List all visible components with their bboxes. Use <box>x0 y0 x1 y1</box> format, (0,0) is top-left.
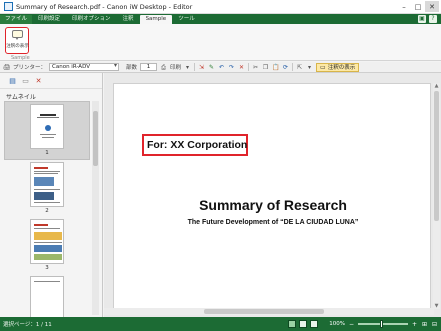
redo-icon[interactable]: ↷ <box>228 64 235 71</box>
thumbnail-item[interactable]: 2 <box>4 160 90 217</box>
select-dropdown-icon[interactable]: ▾ <box>306 64 313 71</box>
toolbar-show-annotations-button[interactable]: ▭ 注釈の表示 <box>316 62 360 72</box>
document-subtitle: The Future Development of “DE LA CIUDAD … <box>187 219 359 226</box>
scrollbar-thumb[interactable] <box>93 111 98 166</box>
printer-label: プリンター： <box>13 65 47 71</box>
help-area: ▣ ? <box>418 15 437 23</box>
status-bar: 選択ページ：1 / 11 100% − + ⊞ ⊟ <box>0 317 441 331</box>
tab-annotation[interactable]: 注釈 <box>117 15 140 24</box>
show-annotations-label: 注釈の表示 <box>5 43 29 49</box>
minimize-button[interactable]: – <box>397 1 411 12</box>
document-title: Summary of Research <box>199 197 347 213</box>
help-icon[interactable]: ? <box>429 15 437 23</box>
fit-width-icon[interactable]: ⊟ <box>431 321 438 328</box>
printer-icon: 🖨 <box>3 63 11 71</box>
thumbnail-list: 1 2 3 <box>4 101 90 317</box>
title-bar: Summary of Research.pdf - Canon iW Deskt… <box>0 0 441 14</box>
close-button[interactable]: ✕ <box>425 1 439 12</box>
cut-icon[interactable]: ✂ <box>252 64 259 71</box>
tab-print-options[interactable]: 印刷オプション <box>66 15 117 24</box>
printer-select[interactable]: Canon iR-ADV <box>49 63 120 71</box>
window-title: Summary of Research.pdf - Canon iW Deskt… <box>16 2 193 11</box>
ribbon-group-label: Sample <box>11 55 30 61</box>
annotation-list-icon[interactable]: ▭ <box>22 77 29 85</box>
rotate-icon[interactable]: ⟳ <box>282 64 289 71</box>
page-thumbnail <box>30 276 64 317</box>
scrollbar-thumb[interactable] <box>434 91 439 221</box>
page-setup-icon[interactable]: ⇲ <box>198 64 205 71</box>
document-page: For: XX Corporation Summary of Research … <box>113 83 431 313</box>
document-viewer: For: XX Corporation Summary of Research … <box>104 73 441 317</box>
sidebar-tool-icons: ▤ ▭ ✕ <box>0 73 102 89</box>
tab-print-settings[interactable]: 印刷設定 <box>32 15 66 24</box>
thumbnail-scrollbar[interactable] <box>92 101 99 315</box>
viewer-vertical-scrollbar[interactable]: ▲ ▼ <box>433 83 440 309</box>
zoom-level: 100% <box>329 321 345 327</box>
print-dropdown-icon[interactable]: ▾ <box>184 64 191 71</box>
continuous-view-icon[interactable] <box>299 320 308 328</box>
thumbnail-item[interactable]: 3 <box>4 217 90 274</box>
zoom-out-button[interactable]: − <box>348 321 355 328</box>
view-controls: 100% − + ⊞ ⊟ <box>288 320 438 328</box>
page-thumbnail <box>30 219 64 264</box>
page-indicator: 選択ページ：1 / 11 <box>3 322 52 328</box>
copies-input[interactable]: 1 <box>140 63 158 71</box>
thumbnail-item[interactable]: 1 <box>4 101 90 160</box>
two-page-view-icon[interactable] <box>310 320 319 328</box>
copy-icon[interactable]: ❐ <box>262 64 269 71</box>
thumbnail-sidebar: ▤ ▭ ✕ サムネイル 1 2 3 <box>0 73 103 317</box>
tab-tools[interactable]: ツール <box>172 15 201 24</box>
fit-page-icon[interactable]: ⊞ <box>421 321 428 328</box>
tab-sample[interactable]: Sample <box>139 15 173 24</box>
thumbnail-number: 1 <box>45 150 49 156</box>
tab-file[interactable]: ファイル <box>0 15 33 24</box>
app-icon <box>4 2 13 11</box>
page-thumbnail <box>30 162 64 207</box>
maximize-button[interactable]: □ <box>411 1 425 12</box>
zoom-slider[interactable] <box>358 320 408 328</box>
comment-icon <box>11 30 23 40</box>
ribbon-tab-bar: ファイル 印刷設定 印刷オプション 注釈 Sample ツール ▣ ? <box>0 14 441 24</box>
thumbnail-view-icon[interactable]: ▤ <box>9 77 16 85</box>
show-annotations-button[interactable]: 注釈の表示 <box>5 27 29 54</box>
zoom-slider-knob[interactable] <box>380 320 383 328</box>
toolbar-show-annotations-label: 注釈の表示 <box>327 65 356 71</box>
single-page-view-icon[interactable] <box>288 320 297 328</box>
window-controls: – □ ✕ <box>397 1 439 12</box>
thumbnail-item[interactable] <box>4 274 90 317</box>
ribbon-panel: 注釈の表示 Sample <box>0 24 441 61</box>
print-icon[interactable]: ⎙ <box>160 64 167 71</box>
viewer-horizontal-scrollbar[interactable] <box>104 308 434 315</box>
toolbar-separator <box>292 63 294 71</box>
zoom-in-button[interactable]: + <box>411 321 418 328</box>
thumbnail-number: 2 <box>45 208 49 214</box>
paste-icon[interactable]: 📋 <box>272 64 279 71</box>
select-tool-icon[interactable]: ⇱ <box>296 64 303 71</box>
scroll-up-icon[interactable]: ▲ <box>433 83 440 89</box>
toolbar-separator <box>194 63 196 71</box>
thumbnail-number: 3 <box>45 265 49 271</box>
ribbon-minimize-icon[interactable]: ▣ <box>418 15 426 23</box>
edit-icon[interactable]: ✎ <box>208 64 215 71</box>
page-thumbnail <box>30 104 64 149</box>
copies-label: 部数 <box>126 65 138 71</box>
scrollbar-thumb[interactable] <box>204 309 324 314</box>
annotation-text-box[interactable]: For: XX Corporation <box>142 134 248 156</box>
print-toolbar: 🖨 プリンター： Canon iR-ADV 部数 1 ⎙ 印刷 ▾ ⇲ ✎ ↶ … <box>0 62 441 73</box>
delete-icon[interactable]: ✕ <box>238 64 245 71</box>
undo-icon[interactable]: ↶ <box>218 64 225 71</box>
comment-icon: ▭ <box>320 63 326 71</box>
pin-icon[interactable]: ✕ <box>35 77 42 85</box>
print-label[interactable]: 印刷 <box>170 63 181 71</box>
toolbar-separator <box>248 63 250 71</box>
scroll-down-icon[interactable]: ▼ <box>433 303 440 309</box>
